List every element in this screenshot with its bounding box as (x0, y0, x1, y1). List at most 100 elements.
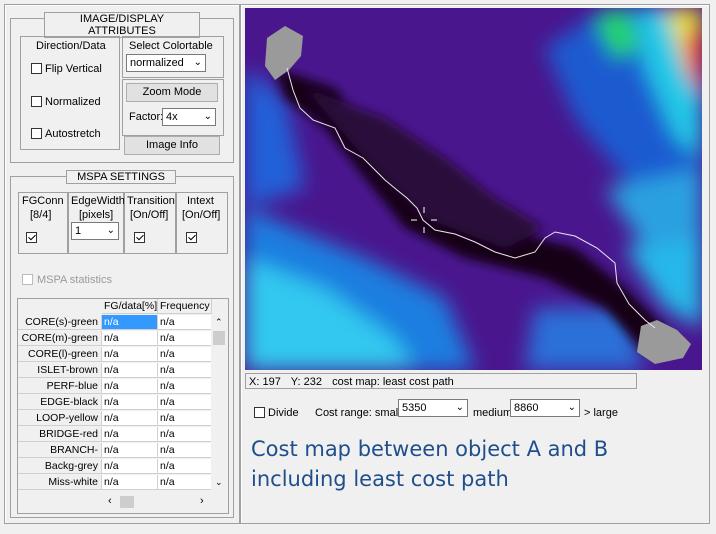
mspa-settings-title: MSPA SETTINGS (66, 170, 176, 184)
fg-cell[interactable]: n/a (102, 427, 158, 442)
table-row[interactable]: BRANCH-orangen/an/a (18, 443, 212, 471)
fg-cell[interactable]: n/a (102, 395, 158, 410)
status-message: cost map: least cost path (332, 376, 454, 388)
cost-map-svg (245, 8, 702, 370)
intext-checkbox[interactable] (186, 232, 197, 243)
flip-vertical-label: Flip Vertical (45, 63, 102, 75)
cost-map-image[interactable] (245, 8, 702, 370)
column-header-frequency[interactable]: Frequency (158, 299, 212, 314)
scroll-thumb[interactable] (120, 496, 134, 508)
medium-range-value: 8860 (514, 402, 539, 414)
frequency-cell[interactable]: n/a (158, 363, 212, 378)
colortable-label: Select Colortable (129, 40, 213, 52)
transition-sub: [On/Off] (130, 209, 169, 221)
frequency-cell[interactable]: n/a (158, 475, 212, 490)
fg-cell[interactable]: n/a (102, 443, 158, 458)
table-row[interactable]: PERF-blue n/a n/a (18, 379, 212, 395)
intext-label: Intext (187, 195, 214, 207)
image-info-button[interactable]: Image Info (124, 136, 220, 155)
autostretch-checkbox[interactable] (31, 128, 42, 139)
autostretch-label: Autostretch (45, 128, 101, 140)
table-row[interactable]: Backg-grey n/a n/a (18, 459, 212, 475)
fg-cell[interactable]: n/a (102, 347, 158, 362)
fg-cell[interactable]: n/a (102, 331, 158, 346)
transition-label: Transition (127, 195, 175, 207)
edgewidth-select[interactable]: 1 ⌄ (71, 222, 119, 240)
horizontal-scrollbar[interactable]: ‹ › (102, 494, 212, 510)
table-row[interactable]: ISLET-brown n/a n/a (18, 363, 212, 379)
chevron-down-icon: ⌄ (203, 111, 212, 122)
table-row[interactable]: LOOP-yellow n/a n/a (18, 411, 212, 427)
table-row[interactable]: Miss-white n/a n/a (18, 475, 212, 491)
flip-vertical-checkbox[interactable] (31, 63, 42, 74)
table-body: CORE(s)-green n/a n/a CORE(m)-green n/a n/a CO… (18, 315, 212, 493)
fg-cell[interactable]: n/a (102, 315, 158, 330)
table-row[interactable]: CORE(m)-green n/a n/a (18, 331, 212, 347)
normalized-checkbox[interactable] (31, 96, 42, 107)
table-row[interactable]: BRIDGE-red n/a n/a (18, 427, 212, 443)
row-label: BRIDGE-red (18, 427, 102, 442)
row-label: Backg-grey (18, 459, 102, 474)
factor-select[interactable]: 4x ⌄ (162, 108, 216, 126)
row-label: Miss-white (18, 475, 102, 490)
table-header-row: FG/data[%] Frequency (18, 299, 228, 314)
fg-cell[interactable]: n/a (102, 379, 158, 394)
frequency-cell[interactable]: n/a (158, 331, 212, 346)
table-row[interactable]: EDGE-black n/a n/a (18, 395, 212, 411)
x-value: 197 (262, 376, 281, 388)
row-label: LOOP-yellow (18, 411, 102, 426)
fgconn-checkbox[interactable] (26, 232, 37, 243)
chevron-up-icon[interactable]: ⌃ (215, 317, 223, 328)
table-row[interactable]: CORE(l)-green n/a n/a (18, 347, 212, 363)
chevron-down-icon: ⌄ (567, 402, 576, 413)
chevron-right-icon[interactable]: › (200, 495, 204, 507)
colortable-value: normalized (130, 57, 184, 69)
divide-checkbox[interactable] (254, 407, 265, 418)
frequency-cell[interactable]: n/a (158, 443, 212, 458)
row-label: PERF-blue (18, 379, 102, 394)
fgconn-sub: [8/4] (30, 209, 52, 221)
edgewidth-sub: [pixels] (79, 209, 114, 221)
frequency-cell[interactable]: n/a (158, 459, 212, 474)
scroll-thumb[interactable] (213, 331, 225, 345)
frequency-cell[interactable]: n/a (158, 315, 212, 330)
medium-range-select[interactable]: 8860 ⌄ (510, 399, 580, 417)
row-label: CORE(s)-green (18, 315, 102, 330)
colortable-select[interactable]: normalized ⌄ (126, 54, 206, 72)
medium-label: medium (473, 407, 513, 419)
direction-data-title: Direction/Data (36, 40, 106, 52)
zoom-mode-button[interactable]: Zoom Mode (126, 83, 218, 102)
chevron-down-icon: ⌄ (455, 402, 464, 413)
factor-value: 4x (166, 111, 178, 123)
transition-checkbox[interactable] (134, 232, 145, 243)
edgewidth-value: 1 (75, 225, 82, 237)
fg-cell[interactable]: n/a (102, 475, 158, 490)
caption-line-1: Cost map between object A and B (251, 437, 609, 461)
fg-cell[interactable]: n/a (102, 411, 158, 426)
table-row[interactable]: CORE(s)-green n/a n/a (18, 315, 212, 331)
frequency-cell[interactable]: n/a (158, 411, 212, 426)
row-label: CORE(l)-green (18, 347, 102, 362)
vertical-scrollbar[interactable]: ⌃ ⌄ (211, 315, 227, 493)
statistics-table: FG/data[%] Frequency CORE(s)-green n/a n/a… (17, 298, 229, 514)
image-display-title: IMAGE/DISPLAY ATTRIBUTES (44, 12, 200, 38)
factor-label: Factor: (129, 111, 164, 123)
frequency-cell[interactable]: n/a (158, 395, 212, 410)
mspa-statistics-checkbox[interactable] (22, 274, 33, 285)
column-header-fg[interactable]: FG/data[%] (102, 299, 158, 314)
x-label: X: (249, 376, 260, 388)
small-range-select[interactable]: 5350 ⌄ (398, 399, 468, 417)
status-bar: X: 197 Y: 232 cost map: least cost path (245, 373, 637, 389)
chevron-down-icon: ⌄ (193, 57, 202, 68)
large-label: > large (584, 407, 618, 419)
frequency-cell[interactable]: n/a (158, 427, 212, 442)
fg-cell[interactable]: n/a (102, 363, 158, 378)
chevron-left-icon[interactable]: ‹ (108, 495, 112, 507)
fgconn-label: FGConn (22, 195, 64, 207)
divide-label: Divide (268, 407, 299, 419)
frequency-cell[interactable]: n/a (158, 347, 212, 362)
chevron-down-icon[interactable]: ⌄ (215, 477, 223, 488)
frequency-cell[interactable]: n/a (158, 379, 212, 394)
fg-cell[interactable]: n/a (102, 459, 158, 474)
mspa-statistics-label: MSPA statistics (37, 274, 112, 286)
